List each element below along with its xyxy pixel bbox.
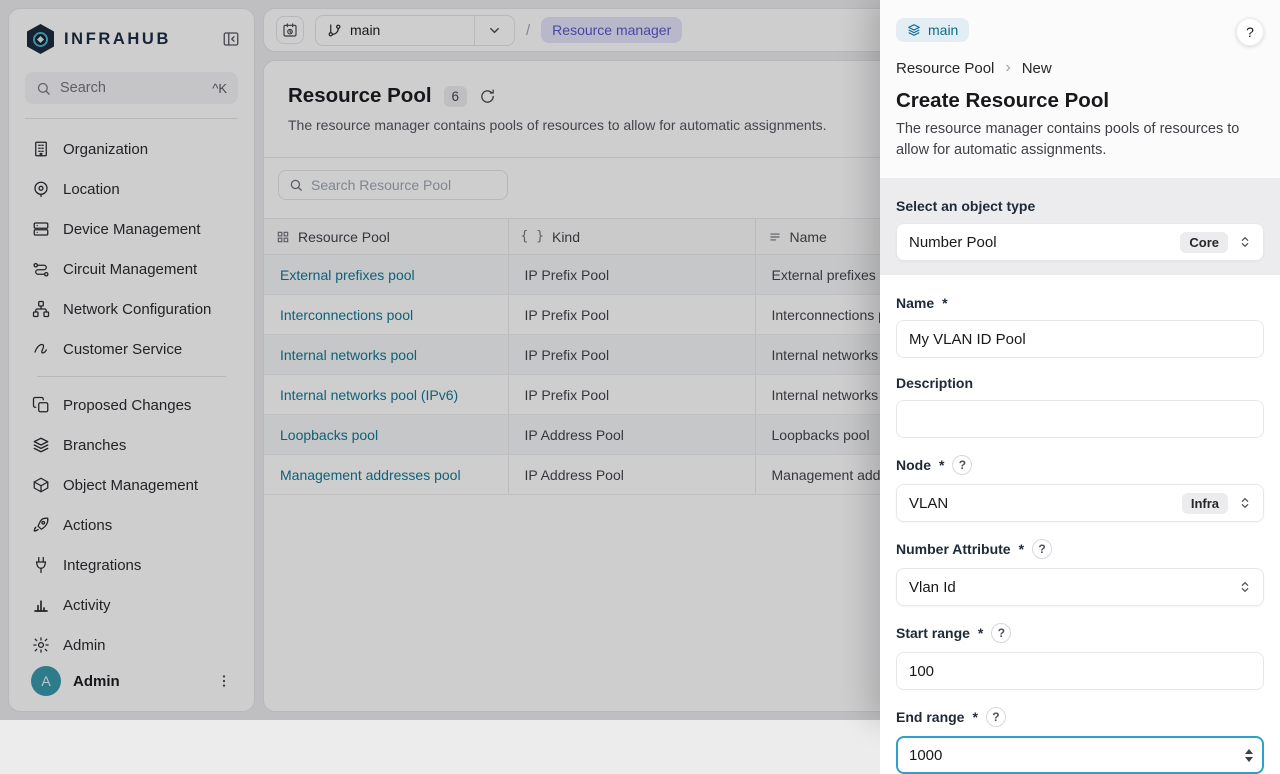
field-label: Node bbox=[896, 457, 931, 473]
drawer-title: Create Resource Pool bbox=[896, 89, 1264, 113]
required-mark: * bbox=[939, 457, 944, 473]
namespace-badge: Infra bbox=[1182, 493, 1228, 514]
object-type-select[interactable]: Number Pool Core bbox=[896, 223, 1264, 261]
chevron-right-icon: › bbox=[1005, 59, 1010, 77]
branch-badge-label: main bbox=[928, 22, 958, 38]
required-mark: * bbox=[972, 709, 977, 725]
description-input[interactable] bbox=[909, 411, 1253, 428]
number-spinner[interactable] bbox=[1245, 749, 1253, 762]
help-icon[interactable]: ? bbox=[1032, 539, 1052, 559]
field-number-attribute: Number Attribute * ? Vlan Id bbox=[896, 539, 1264, 606]
field-name: Name * bbox=[896, 295, 1264, 358]
name-input[interactable] bbox=[909, 331, 1253, 348]
drawer-breadcrumb: Resource Pool › New bbox=[896, 59, 1264, 77]
drawer-description: The resource manager contains pools of r… bbox=[896, 119, 1264, 160]
required-mark: * bbox=[942, 295, 947, 311]
required-mark: * bbox=[1019, 541, 1024, 557]
field-node: Node * ? VLAN Infra bbox=[896, 455, 1264, 522]
branch-badge: main bbox=[896, 18, 969, 42]
end-range-input-wrapper bbox=[896, 736, 1264, 774]
namespace-badge: Core bbox=[1180, 232, 1228, 253]
number-attribute-value: Vlan Id bbox=[909, 579, 1237, 596]
chevrons-up-down-icon bbox=[1237, 579, 1253, 595]
field-label: Name bbox=[896, 295, 934, 311]
field-label: Start range bbox=[896, 625, 970, 641]
create-resource-pool-drawer: main ? Resource Pool › New Create Resour… bbox=[880, 0, 1280, 720]
chevrons-up-down-icon bbox=[1237, 495, 1253, 511]
help-icon[interactable]: ? bbox=[952, 455, 972, 475]
field-end-range: End range * ? bbox=[896, 707, 1264, 774]
help-button[interactable]: ? bbox=[1236, 18, 1264, 46]
end-range-input[interactable] bbox=[909, 747, 1237, 764]
start-range-input[interactable] bbox=[909, 663, 1253, 680]
object-type-value: Number Pool bbox=[909, 234, 1180, 251]
layers-icon bbox=[907, 23, 921, 37]
drawer-header: main ? Resource Pool › New Create Resour… bbox=[880, 0, 1280, 178]
field-description: Description bbox=[896, 375, 1264, 438]
breadcrumb-resource-pool[interactable]: Resource Pool bbox=[896, 60, 994, 77]
number-attribute-select[interactable]: Vlan Id bbox=[896, 568, 1264, 606]
spinner-down-icon[interactable] bbox=[1245, 757, 1253, 762]
field-start-range: Start range * ? bbox=[896, 623, 1264, 690]
help-icon[interactable]: ? bbox=[991, 623, 1011, 643]
required-mark: * bbox=[978, 625, 983, 641]
node-select[interactable]: VLAN Infra bbox=[896, 484, 1264, 522]
object-type-label: Select an object type bbox=[896, 198, 1264, 214]
node-value: VLAN bbox=[909, 495, 1182, 512]
field-label: End range bbox=[896, 709, 964, 725]
breadcrumb-new: New bbox=[1022, 60, 1052, 77]
object-type-section: Select an object type Number Pool Core bbox=[880, 178, 1280, 275]
field-label: Description bbox=[896, 375, 973, 391]
create-form: Name * Description Node * ? VLAN I bbox=[880, 275, 1280, 774]
chevrons-up-down-icon bbox=[1237, 234, 1253, 250]
spinner-up-icon[interactable] bbox=[1245, 749, 1253, 754]
help-icon[interactable]: ? bbox=[986, 707, 1006, 727]
field-label: Number Attribute bbox=[896, 541, 1011, 557]
